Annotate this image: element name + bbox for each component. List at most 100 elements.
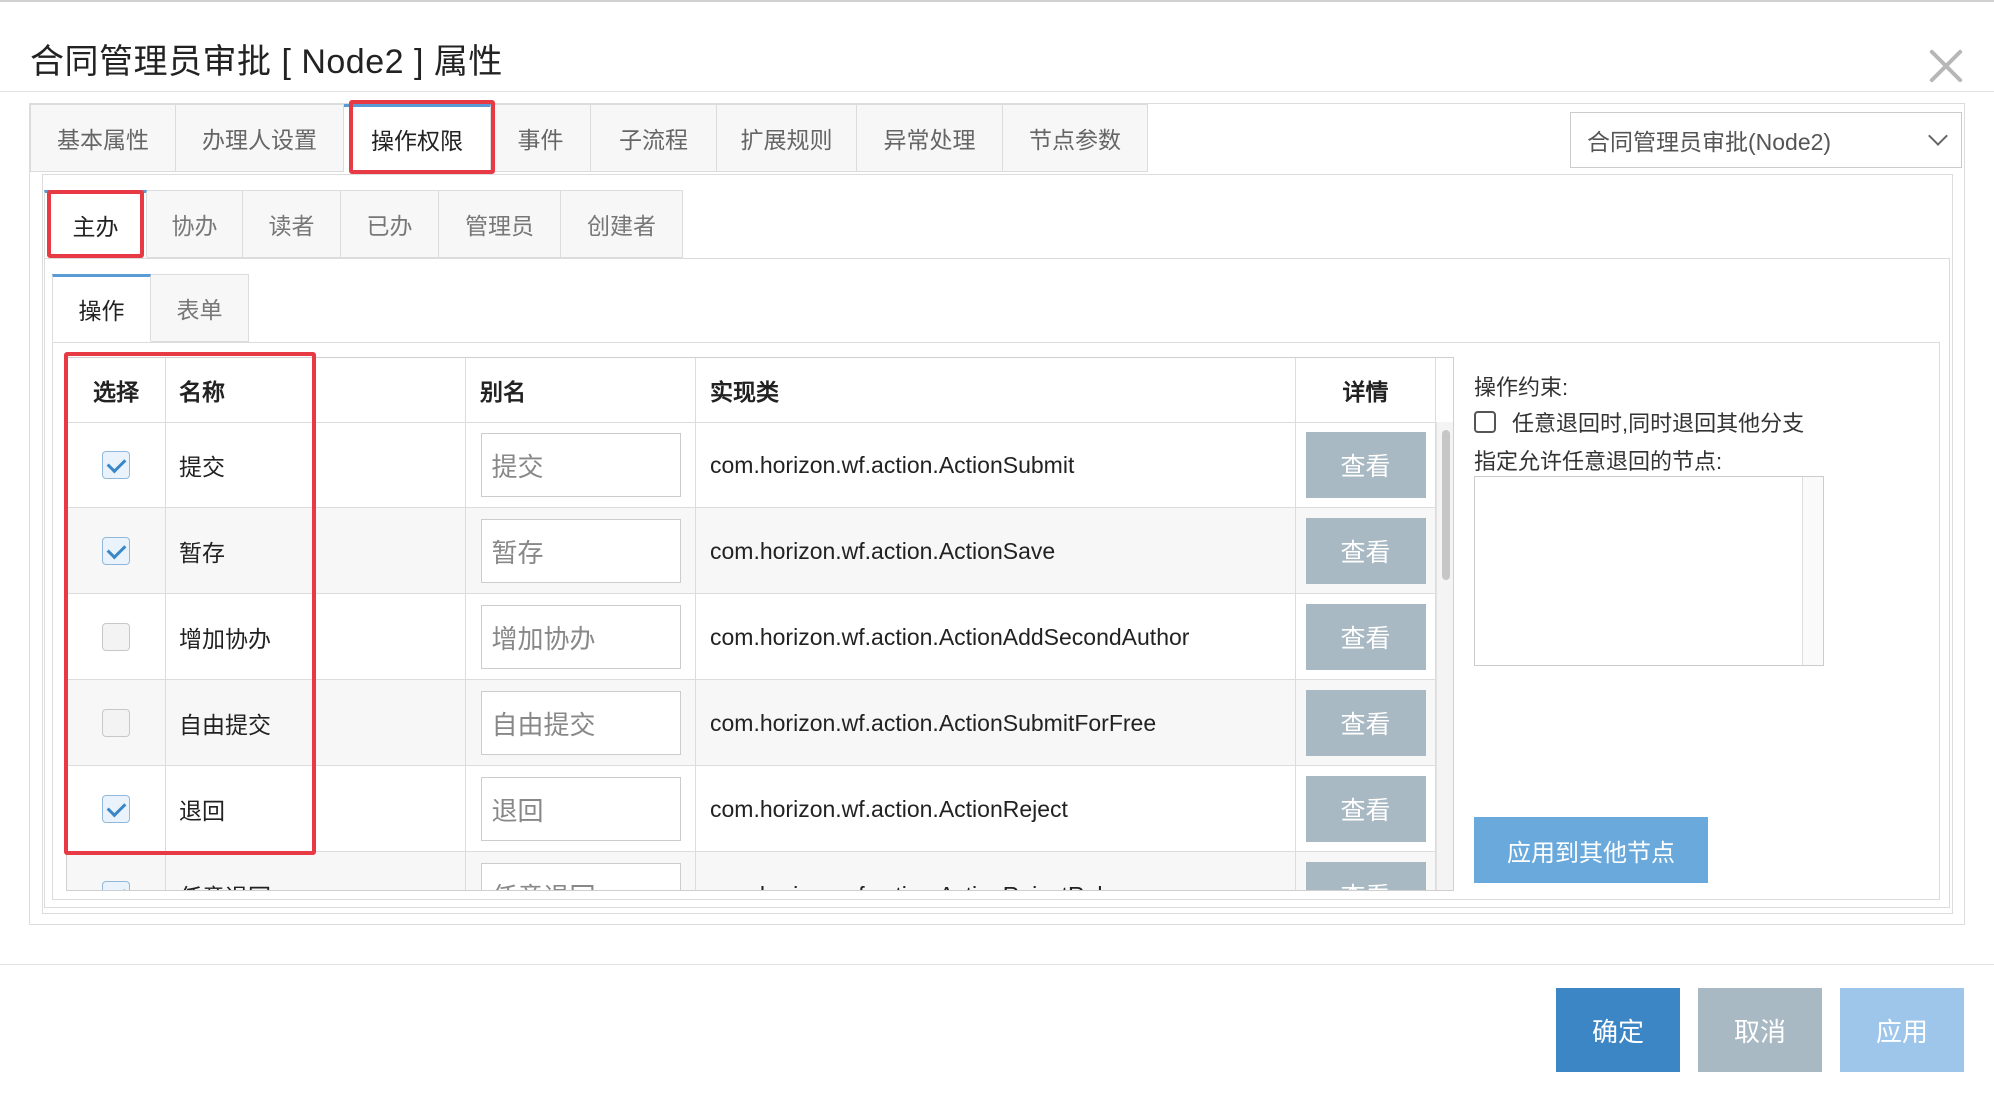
close-icon[interactable] [1922,42,1970,90]
nodes-list-scrollbar[interactable] [1802,477,1823,665]
name-cell: 暂存 [166,508,466,594]
apply-button[interactable]: 应用 [1840,988,1964,1072]
tab-main-3[interactable]: 事件 [491,104,591,172]
action-name: 增加协办 [179,626,271,652]
row-checkbox[interactable] [102,795,130,823]
node-select-value: 合同管理员审批(Node2) [1587,129,1832,155]
impl-class: com.horizon.wf.action.ActionReject [710,795,1068,822]
alias-input[interactable] [480,433,681,497]
tab-main-2[interactable]: 操作权限 [344,104,491,172]
tab-role-1[interactable]: 协办 [147,190,243,258]
tab-sub-0[interactable]: 操作 [52,274,151,342]
view-detail-button[interactable]: 查看 [1305,432,1426,498]
action-name: 提交 [179,454,225,480]
tab-sub-1[interactable]: 表单 [151,274,249,342]
select-cell [67,422,166,508]
row-checkbox[interactable] [102,709,130,737]
impl-cell: com.horizon.wf.action.ActionSubmit [696,422,1296,508]
tab-role-label: 主办 [72,214,119,240]
view-detail-button[interactable]: 查看 [1305,604,1426,670]
tab-role-5[interactable]: 创建者 [561,190,683,258]
select-cell [67,852,166,890]
tab-main-6[interactable]: 异常处理 [857,104,1003,172]
actions-table: 选择 名称 别名 实现类 详情 提交 com.horizon.wf.action.… [66,357,1454,891]
tab-sub-label: 操作 [78,298,125,324]
reject-branches-text: 任意退回时,同时退回其他分支 [1512,411,1805,436]
row-checkbox[interactable] [102,623,130,651]
tab-role-4[interactable]: 管理员 [439,190,561,258]
properties-dialog: 合同管理员审批 [ Node2 ] 属性 基本属性 办理人设置 操作权限 事件 子流程 扩… [0,0,1994,1100]
impl-cell: com.horizon.wf.action.ActionRejectRule [696,852,1296,891]
view-detail-button[interactable]: 查看 [1305,862,1426,890]
name-cell: 自由提交 [166,680,466,766]
alias-input[interactable] [480,863,681,890]
main-tab-bar: 基本属性 办理人设置 操作权限 事件 子流程 扩展规则 异常处理 节点参数 [30,104,1148,172]
alias-input[interactable] [480,691,681,755]
action-name: 任意退回 [179,878,271,890]
allowed-nodes-list[interactable] [1474,476,1824,666]
view-detail-button[interactable]: 查看 [1305,690,1426,756]
alias-cell [466,508,696,594]
constraint-option: 任意退回时,同时退回其他分支 [1474,406,1804,438]
name-cell: 退回 [166,766,466,852]
tab-main-label: 办理人设置 [202,127,317,153]
sub-tab-bar: 操作 表单 [52,274,249,342]
table-scrollbar[interactable] [1436,422,1453,890]
action-name: 自由提交 [179,712,271,738]
table-row: 暂存 com.horizon.wf.action.ActionSave 查看 [67,508,1453,594]
constraints-label: 操作约束: [1474,375,1569,400]
tab-role-0[interactable]: 主办 [44,190,147,258]
impl-class: com.horizon.wf.action.ActionRejectRule [710,882,1115,891]
select-cell [67,594,166,680]
tab-role-label: 创建者 [587,213,656,239]
view-detail-button[interactable]: 查看 [1305,518,1426,584]
table-row: 提交 com.horizon.wf.action.ActionSubmit 查看 [67,422,1453,508]
table-header: 选择 名称 别名 实现类 详情 [67,358,1453,423]
impl-cell: com.horizon.wf.action.ActionSubmitForFre… [696,680,1296,766]
detail-cell: 查看 [1296,680,1436,766]
alias-cell [466,422,696,508]
select-cell [67,508,166,594]
alias-input[interactable] [480,777,681,841]
impl-class: com.horizon.wf.action.ActionSubmit [710,451,1075,478]
tab-main-0[interactable]: 基本属性 [30,104,176,172]
scroll-thumb[interactable] [1442,430,1450,580]
row-checkbox[interactable] [102,881,130,890]
header-impl: 实现类 [696,358,1296,422]
view-detail-button[interactable]: 查看 [1305,776,1426,842]
impl-class: com.horizon.wf.action.ActionSubmitForFre… [710,709,1157,736]
select-cell [67,766,166,852]
tab-main-1[interactable]: 办理人设置 [176,104,344,172]
tab-main-5[interactable]: 扩展规则 [717,104,857,172]
tab-main-4[interactable]: 子流程 [591,104,717,172]
dialog-titlebar: 合同管理员审批 [ Node2 ] 属性 [0,0,1994,92]
tab-role-2[interactable]: 读者 [243,190,341,258]
name-cell: 任意退回 [166,852,466,890]
row-checkbox[interactable] [102,537,130,565]
ok-button[interactable]: 确定 [1556,988,1680,1072]
table-row: 自由提交 com.horizon.wf.action.ActionSubmitFo… [67,680,1453,766]
action-name: 退回 [179,798,225,824]
impl-cell: com.horizon.wf.action.ActionReject [696,766,1296,852]
apply-to-other-nodes-button[interactable]: 应用到其他节点 [1474,817,1708,883]
reject-branches-checkbox[interactable] [1474,411,1496,433]
header-select: 选择 [67,358,166,422]
header-alias: 别名 [466,358,696,422]
allowed-nodes-label: 指定允许任意退回的节点: [1474,449,1723,474]
detail-cell: 查看 [1296,852,1436,890]
tab-role-label: 协办 [171,213,218,239]
tab-role-label: 管理员 [465,213,534,239]
tab-main-7[interactable]: 节点参数 [1003,104,1148,172]
action-name: 暂存 [179,540,225,566]
impl-cell: com.horizon.wf.action.ActionSave [696,508,1296,594]
tab-main-label: 子流程 [619,127,688,153]
tab-sub-label: 表单 [176,297,223,323]
alias-input[interactable] [480,605,681,669]
tab-role-3[interactable]: 已办 [341,190,439,258]
alias-input[interactable] [480,519,681,583]
name-cell: 提交 [166,422,466,508]
row-checkbox[interactable] [102,451,130,479]
impl-cell: com.horizon.wf.action.ActionAddSecondAut… [696,594,1296,680]
node-select[interactable]: 合同管理员审批(Node2) [1570,112,1962,168]
cancel-button[interactable]: 取消 [1698,988,1822,1072]
